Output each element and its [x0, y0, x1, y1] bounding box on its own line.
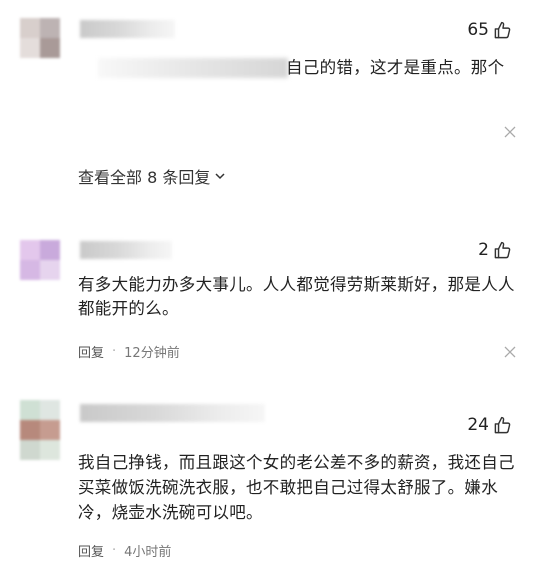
reply-button[interactable]: 回复 — [78, 342, 104, 361]
avatar[interactable] — [20, 18, 60, 58]
comment-meta: 回复 · 4小时前 — [78, 541, 171, 560]
timestamp: 12分钟前 — [124, 346, 180, 361]
comment-1: 65 自己的错，这才是重点。那个 查看全部 8 条回复 — [0, 0, 544, 200]
like-control[interactable]: 24 — [467, 415, 512, 435]
comment-text: 自己的错，这才是重点。那个 — [286, 58, 505, 77]
separator-dot: · — [112, 344, 117, 359]
timestamp: 4小时前 — [124, 545, 172, 560]
close-icon[interactable] — [504, 126, 516, 138]
comment-text: 我自己挣钱，而且跟这个女的老公差不多的薪资，我还自己买菜做饭洗碗洗衣服，也不敢把… — [78, 453, 515, 522]
like-control[interactable]: 2 — [478, 240, 512, 260]
chevron-down-icon — [215, 173, 225, 180]
close-icon[interactable] — [504, 346, 516, 358]
view-all-replies-button[interactable]: 查看全部 8 条回复 — [78, 164, 226, 188]
username-redacted[interactable] — [80, 404, 265, 422]
avatar[interactable] — [20, 400, 60, 460]
thumb-up-icon[interactable] — [493, 416, 512, 435]
reply-button[interactable]: 回复 — [78, 541, 104, 560]
comment-text: 有多大能力办多大事儿。人人都觉得劳斯莱斯好，那是人人都能开的么。 — [78, 275, 515, 318]
username-redacted[interactable] — [80, 20, 175, 38]
like-count: 2 — [478, 240, 489, 260]
like-count: 24 — [467, 415, 489, 435]
separator-dot: · — [112, 543, 117, 558]
text-redacted — [98, 58, 288, 78]
thumb-up-icon[interactable] — [493, 21, 512, 40]
comment-meta: 回复 · 12分钟前 — [78, 342, 180, 361]
like-count: 65 — [467, 20, 489, 40]
thumb-up-icon[interactable] — [493, 241, 512, 260]
like-control[interactable]: 65 — [467, 20, 512, 40]
username-redacted[interactable] — [80, 241, 172, 259]
avatar[interactable] — [20, 240, 60, 280]
